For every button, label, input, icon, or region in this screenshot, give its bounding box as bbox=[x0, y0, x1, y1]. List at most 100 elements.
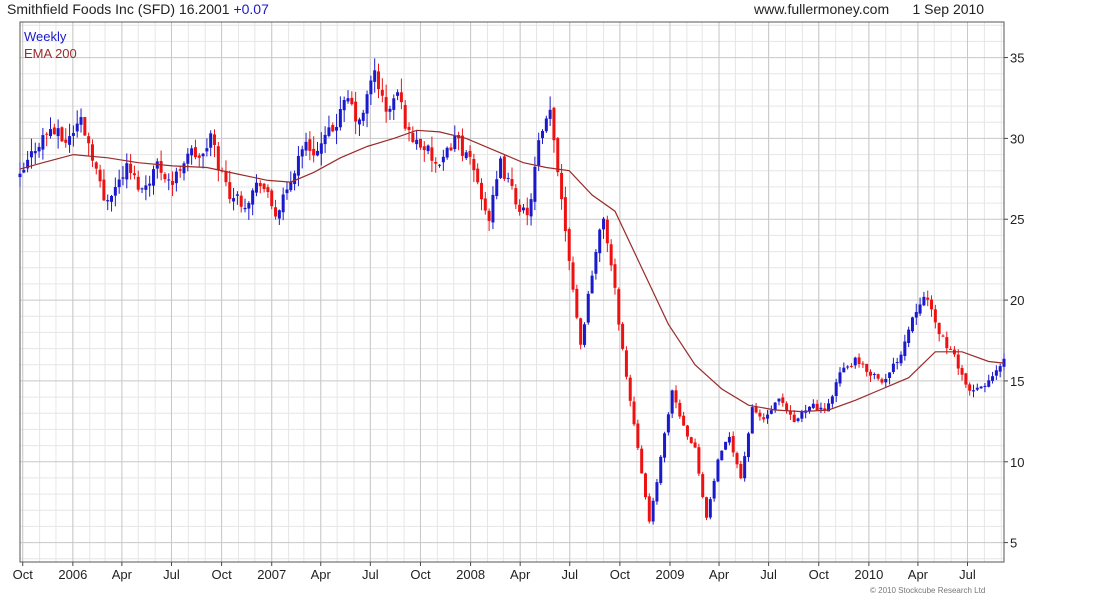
candle-up bbox=[655, 482, 659, 502]
candle-up bbox=[720, 450, 724, 461]
candle-up bbox=[914, 312, 918, 318]
candle-up bbox=[651, 500, 655, 522]
candle-up bbox=[68, 136, 72, 145]
candle-up bbox=[727, 436, 731, 443]
candle-up bbox=[838, 372, 842, 384]
candle-down bbox=[674, 390, 678, 403]
candle-down bbox=[399, 92, 403, 103]
candle-up bbox=[750, 407, 754, 434]
candle-up bbox=[499, 158, 503, 178]
candle-up bbox=[106, 200, 110, 202]
candle-down bbox=[483, 198, 487, 211]
x-tick-label: 2008 bbox=[456, 567, 485, 582]
candle-down bbox=[964, 373, 968, 385]
candle-down bbox=[705, 497, 709, 518]
candle-down bbox=[434, 161, 438, 164]
candle-up bbox=[464, 152, 468, 159]
candle-down bbox=[354, 101, 358, 122]
candle-down bbox=[479, 182, 483, 200]
candle-up bbox=[277, 210, 281, 219]
candle-down bbox=[930, 299, 934, 310]
candle-down bbox=[52, 127, 56, 135]
candle-up bbox=[453, 135, 457, 150]
candle-up bbox=[541, 131, 545, 139]
candle-down bbox=[697, 447, 701, 474]
candle-up bbox=[586, 293, 590, 323]
candle-down bbox=[857, 357, 861, 365]
x-tick-label: Jul bbox=[561, 567, 578, 582]
candle-down bbox=[468, 150, 472, 157]
candle-down bbox=[178, 169, 182, 171]
candle-up bbox=[243, 207, 247, 210]
candle-down bbox=[224, 171, 228, 183]
candle-down bbox=[632, 401, 636, 425]
candle-up bbox=[426, 145, 430, 152]
candle-up bbox=[537, 140, 541, 166]
candle-down bbox=[579, 318, 583, 345]
candle-up bbox=[209, 133, 213, 148]
candle-down bbox=[624, 350, 628, 377]
y-tick-label: 10 bbox=[1010, 455, 1024, 470]
candle-up bbox=[743, 456, 747, 479]
candle-up bbox=[121, 177, 125, 179]
candle-up bbox=[533, 166, 537, 202]
candle-down bbox=[968, 384, 972, 391]
x-tick-label: 2010 bbox=[854, 567, 883, 582]
candle-up bbox=[148, 183, 152, 186]
candle-up bbox=[491, 194, 495, 223]
candle-down bbox=[643, 473, 647, 498]
candle-down bbox=[685, 425, 689, 437]
candle-up bbox=[140, 188, 144, 190]
candle-up bbox=[79, 117, 83, 125]
candle-up bbox=[71, 132, 75, 136]
candle-down bbox=[682, 415, 686, 426]
candle-down bbox=[487, 210, 491, 221]
copyright-notice: © 2010 Stockcube Research Ltd bbox=[870, 586, 986, 595]
candle-down bbox=[876, 374, 880, 379]
candle-up bbox=[521, 207, 525, 211]
x-tick-label: Jul bbox=[163, 567, 180, 582]
candle-up bbox=[144, 185, 148, 190]
candle-down bbox=[87, 136, 91, 144]
candle-down bbox=[403, 104, 407, 129]
candle-down bbox=[510, 179, 514, 186]
x-tick-label: 2007 bbox=[257, 567, 286, 582]
candle-down bbox=[552, 107, 556, 141]
candle-up bbox=[37, 146, 41, 152]
legend-weekly: Weekly bbox=[24, 29, 67, 44]
candle-up bbox=[853, 357, 857, 366]
candle-down bbox=[815, 403, 819, 411]
candle-up bbox=[796, 418, 800, 421]
candle-up bbox=[285, 189, 289, 194]
candle-up bbox=[369, 80, 373, 95]
candle-down bbox=[926, 297, 930, 300]
candle-up bbox=[769, 410, 773, 414]
candle-down bbox=[678, 402, 682, 417]
candle-down bbox=[525, 207, 529, 216]
candle-up bbox=[800, 411, 804, 419]
candle-down bbox=[567, 229, 571, 261]
candle-up bbox=[987, 380, 991, 387]
candle-up bbox=[254, 182, 258, 193]
candle-down bbox=[571, 262, 575, 290]
candle-down bbox=[266, 187, 270, 193]
candle-up bbox=[327, 127, 331, 136]
candle-down bbox=[270, 190, 274, 207]
candle-up bbox=[529, 199, 533, 217]
candle-up bbox=[846, 366, 850, 368]
candle-up bbox=[49, 129, 53, 137]
candle-down bbox=[502, 156, 506, 179]
candle-down bbox=[377, 71, 381, 90]
y-tick-label: 25 bbox=[1010, 212, 1024, 227]
candle-up bbox=[777, 398, 781, 402]
candle-down bbox=[949, 348, 953, 350]
candle-up bbox=[190, 148, 194, 156]
candle-up bbox=[548, 109, 552, 119]
candle-up bbox=[830, 396, 834, 404]
candle-up bbox=[922, 296, 926, 306]
candle-up bbox=[773, 402, 777, 410]
candle-down bbox=[861, 363, 865, 365]
candle-down bbox=[94, 162, 98, 169]
candle-down bbox=[647, 496, 651, 522]
candle-up bbox=[975, 387, 979, 390]
